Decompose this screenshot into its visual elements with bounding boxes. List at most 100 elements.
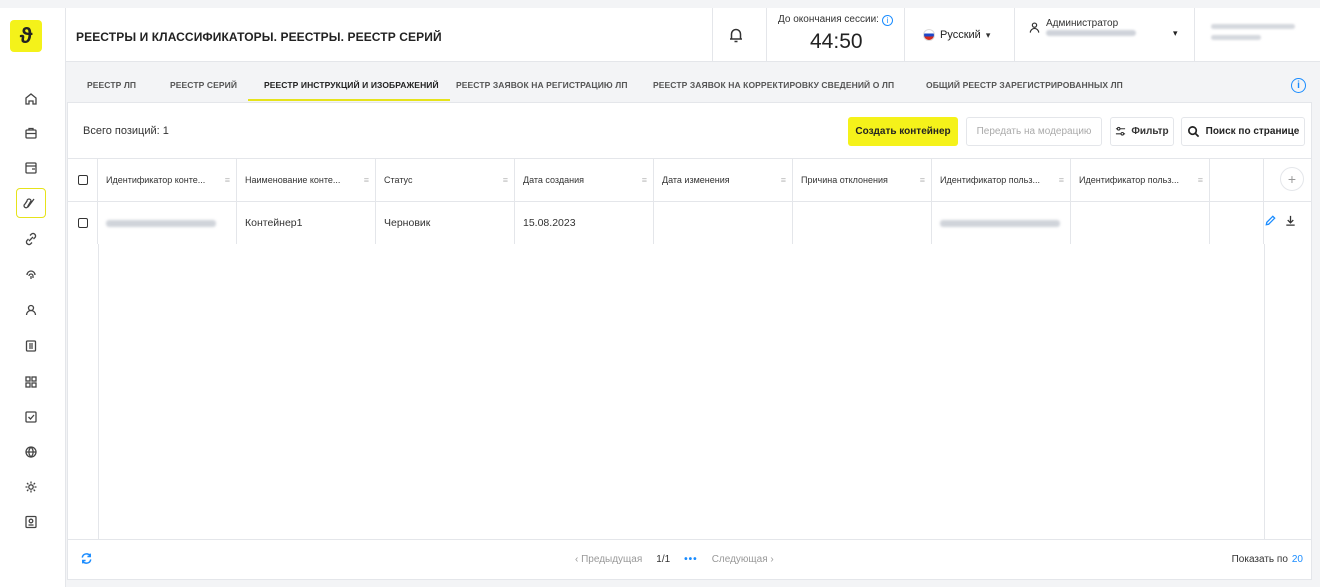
send-to-moderation-button[interactable]: Передать на модерацию: [966, 117, 1102, 146]
more-pages-icon[interactable]: •••: [684, 554, 698, 565]
header-divider: [1014, 8, 1015, 62]
link-icon[interactable]: [16, 224, 46, 254]
container-name-cell: Контейнер1: [237, 202, 376, 244]
user-id-cell: [1071, 202, 1210, 244]
sort-icon[interactable]: ≡: [503, 175, 508, 185]
top-header: РЕЕСТРЫ И КЛАССИФИКАТОРЫ. РЕЕСТРЫ. РЕЕСТ…: [66, 8, 1320, 62]
redacted-text: [106, 219, 216, 227]
session-timer-label: До окончания сессии: i: [778, 14, 893, 26]
container-id-cell: [98, 202, 237, 244]
person-icon: [1029, 22, 1040, 33]
badge-icon[interactable]: [16, 507, 46, 537]
language-label: Русский: [940, 29, 981, 41]
pills-icon[interactable]: [16, 188, 46, 218]
column-header[interactable]: Идентификатор польз... ≡: [932, 159, 1071, 201]
russia-flag-icon: [923, 29, 935, 41]
organization-redacted: [1211, 24, 1295, 46]
tab-lp-registry[interactable]: РЕЕСТР ЛП: [87, 80, 136, 90]
user-icon[interactable]: [16, 295, 46, 325]
document-icon[interactable]: [16, 153, 46, 183]
table-header: Идентификатор конте... ≡ Наименование кон…: [68, 158, 1311, 201]
spacer-cell: [1210, 159, 1264, 201]
session-timer: 44:50: [810, 30, 863, 53]
refresh-icon[interactable]: [80, 552, 93, 565]
checklist-icon[interactable]: [16, 402, 46, 432]
created-date-cell: 15.08.2023: [515, 202, 654, 244]
row-select-cell: [68, 202, 98, 244]
language-selector[interactable]: Русский ▾: [923, 29, 990, 41]
column-header[interactable]: Идентификатор конте... ≡: [98, 159, 237, 201]
page-title: РЕЕСТРЫ И КЛАССИФИКАТОРЫ. РЕЕСТРЫ. РЕЕСТ…: [76, 30, 442, 44]
column-header[interactable]: Дата изменения ≡: [654, 159, 793, 201]
edit-icon[interactable]: [1264, 214, 1277, 227]
active-tab-indicator: [248, 99, 450, 101]
registry-card: Всего позиций: 1 Создать контейнер Перед…: [67, 102, 1312, 580]
filter-label: Фильтр: [1131, 126, 1169, 137]
download-icon[interactable]: [1284, 214, 1297, 227]
sort-icon[interactable]: ≡: [1059, 175, 1064, 185]
sidebar: ϑ: [0, 8, 66, 587]
sort-icon[interactable]: ≡: [920, 175, 925, 185]
sort-icon[interactable]: ≡: [225, 175, 230, 185]
sort-icon[interactable]: ≡: [781, 175, 786, 185]
column-header[interactable]: Статус ≡: [376, 159, 515, 201]
filter-button[interactable]: Фильтр: [1110, 117, 1174, 146]
user-role: Администратор: [1046, 18, 1119, 29]
total-count: Всего позиций: 1: [83, 125, 169, 137]
column-header[interactable]: Наименование конте... ≡: [237, 159, 376, 201]
tab-instructions-registry[interactable]: РЕЕСТР ИНСТРУКЦИЙ И ИЗОБРАЖЕНИЙ: [264, 80, 439, 90]
app-root: ϑ РЕЕСТРЫ И КЛАССИФИКАТОРЫ. РЕЕСТРЫ. РЕЕ…: [0, 0, 1320, 587]
home-icon[interactable]: [16, 84, 46, 114]
page-size-selector[interactable]: Показать по 20: [1232, 554, 1303, 565]
chevron-down-icon: ▾: [1173, 28, 1178, 38]
tab-registration-requests[interactable]: РЕЕСТР ЗАЯВОК НА РЕГИСТРАЦИЮ ЛП: [456, 80, 628, 90]
page-indicator: 1/1: [656, 554, 671, 565]
redacted-text: [940, 219, 1060, 227]
column-header[interactable]: Дата создания ≡: [515, 159, 654, 201]
registry-tabs: РЕЕСТР ЛП РЕЕСТР СЕРИЙ РЕЕСТР ИНСТРУКЦИЙ…: [66, 62, 1320, 102]
previous-page-button[interactable]: ‹ Предыдущая: [575, 554, 642, 565]
fingerprint-icon[interactable]: [16, 259, 46, 289]
header-divider: [712, 8, 713, 62]
column-divider: [1264, 244, 1265, 540]
globe-icon[interactable]: [16, 437, 46, 467]
page-search-button[interactable]: Поиск по странице: [1181, 117, 1305, 146]
chevron-down-icon: ▾: [985, 29, 991, 40]
bell-icon[interactable]: [726, 25, 746, 45]
select-all-cell: [68, 159, 98, 201]
sort-icon[interactable]: ≡: [364, 175, 369, 185]
filter-icon: [1116, 126, 1126, 136]
add-column-button[interactable]: +: [1280, 167, 1304, 191]
sort-icon[interactable]: ≡: [1198, 175, 1203, 185]
gear-icon[interactable]: [16, 472, 46, 502]
grid-icon[interactable]: [16, 367, 46, 397]
app-logo[interactable]: ϑ: [10, 20, 42, 52]
briefcase-icon[interactable]: [16, 118, 46, 148]
table-empty-area: [68, 244, 1311, 540]
header-divider: [766, 8, 767, 62]
create-container-button[interactable]: Создать контейнер: [848, 117, 958, 146]
header-divider: [1194, 8, 1195, 62]
search-icon: [1187, 126, 1199, 138]
table-row[interactable]: Контейнер1 Черновик 15.08.2023: [68, 201, 1311, 244]
tab-general-registry[interactable]: ОБЩИЙ РЕЕСТР ЗАРЕГИСТРИРОВАННЫХ ЛП: [926, 80, 1123, 90]
user-id-cell: [932, 202, 1071, 244]
spacer-cell: [1210, 202, 1264, 244]
list-icon[interactable]: [16, 331, 46, 361]
user-name-redacted: [1046, 30, 1136, 36]
sort-icon[interactable]: ≡: [642, 175, 647, 185]
row-checkbox[interactable]: [77, 218, 88, 228]
search-label: Поиск по странице: [1205, 126, 1300, 137]
tab-series-registry[interactable]: РЕЕСТР СЕРИЙ: [170, 80, 237, 90]
column-divider: [98, 244, 99, 540]
column-header[interactable]: Идентификатор польз... ≡: [1071, 159, 1210, 201]
pagination: ‹ Предыдущая 1/1 ••• Следующая ›: [575, 554, 774, 565]
tab-correction-requests[interactable]: РЕЕСТР ЗАЯВОК НА КОРРЕКТИРОВКУ СВЕДЕНИЙ …: [653, 80, 894, 90]
containers-table: Идентификатор конте... ≡ Наименование кон…: [68, 158, 1311, 540]
help-info-icon[interactable]: i: [1291, 78, 1306, 93]
select-all-checkbox[interactable]: [77, 175, 88, 185]
next-page-button[interactable]: Следующая ›: [712, 554, 774, 565]
page-size-value[interactable]: 20: [1292, 554, 1303, 565]
info-icon[interactable]: i: [881, 15, 893, 26]
column-header[interactable]: Причина отклонения ≡: [793, 159, 932, 201]
